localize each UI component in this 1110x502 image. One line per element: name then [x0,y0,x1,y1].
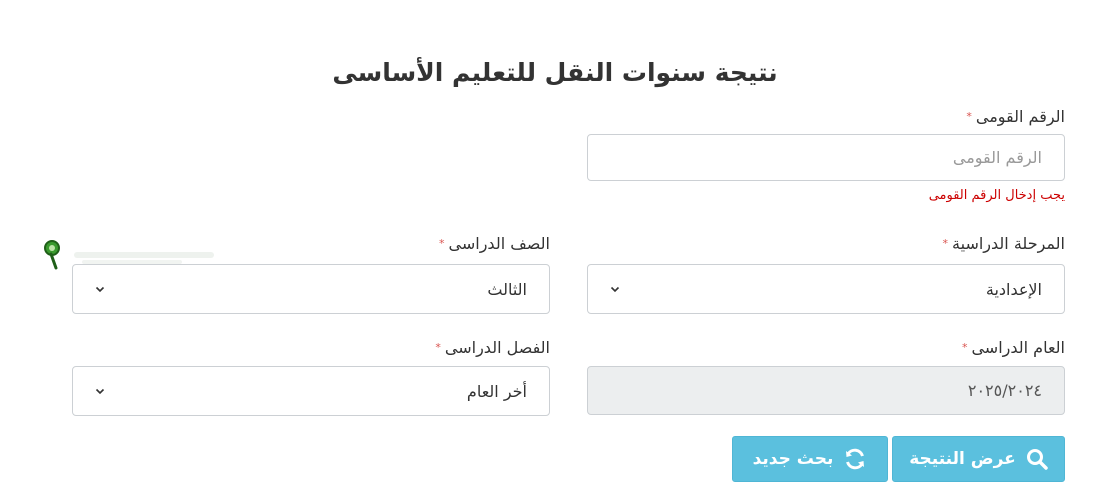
year-input: ٢٠٢٥/٢٠٢٤ [587,366,1065,415]
national-id-input[interactable]: الرقم القومى [587,134,1065,181]
chevron-down-icon [95,388,105,395]
year-label: العام الدراسى* [961,338,1065,357]
national-id-placeholder: الرقم القومى [952,148,1042,167]
refresh-icon [846,448,865,470]
chevron-down-icon [95,286,105,293]
grade-label: الصف الدراسى* [439,234,550,253]
stage-select[interactable]: الإعدادية [587,264,1065,314]
required-mark: * [942,237,949,250]
stage-label: المرحلة الدراسية* [942,234,1065,253]
national-id-label: الرقم القومى* [966,107,1065,126]
new-search-label: بحث جديد [752,449,834,469]
required-mark: * [961,341,968,354]
stage-select-value: الإعدادية [985,279,1042,299]
show-result-label: عرض النتيجة [909,449,1016,469]
logo-watermark-icon [44,240,214,270]
term-select[interactable]: أخر العام [72,366,550,416]
new-search-button[interactable]: بحث جديد [732,436,888,482]
term-label: الفصل الدراسى* [435,338,550,357]
show-result-button[interactable]: عرض النتيجة [892,436,1065,482]
search-icon [1026,449,1048,470]
grade-select-value: الثالث [487,279,527,299]
chevron-down-icon [610,286,620,293]
required-mark: * [439,237,445,250]
required-mark: * [966,110,972,123]
national-id-error: يجب إدخال الرقم القومى [928,188,1065,203]
term-select-value: أخر العام [466,381,527,401]
page-title: نتيجة سنوات النقل للتعليم الأساسى [332,58,778,87]
required-mark: * [435,341,441,354]
year-input-value: ٢٠٢٥/٢٠٢٤ [967,381,1042,400]
